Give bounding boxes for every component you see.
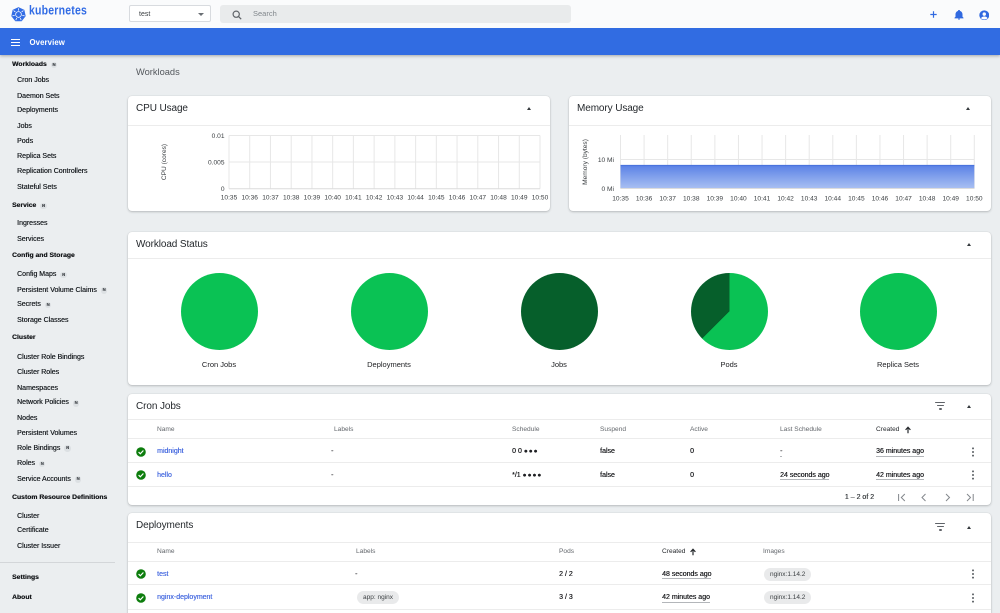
- svg-text:10 Mi: 10 Mi: [598, 157, 615, 164]
- svg-text:10:44: 10:44: [407, 195, 424, 202]
- svg-text:10:42: 10:42: [366, 195, 383, 202]
- svg-text:10:37: 10:37: [659, 196, 676, 203]
- svg-text:10:48: 10:48: [490, 195, 507, 202]
- svg-text:0.01: 0.01: [212, 133, 225, 140]
- svg-text:10:41: 10:41: [754, 196, 771, 203]
- svg-text:10:39: 10:39: [707, 196, 724, 203]
- svg-text:10:45: 10:45: [428, 195, 445, 202]
- svg-text:10:50: 10:50: [966, 196, 983, 203]
- svg-text:10:44: 10:44: [825, 196, 842, 203]
- svg-text:10:42: 10:42: [777, 196, 794, 203]
- svg-text:10:41: 10:41: [345, 195, 362, 202]
- svg-text:Memory (bytes): Memory (bytes): [582, 139, 589, 185]
- svg-text:10:40: 10:40: [730, 196, 747, 203]
- svg-text:10:46: 10:46: [872, 196, 889, 203]
- svg-text:10:38: 10:38: [683, 196, 700, 203]
- svg-text:10:50: 10:50: [532, 195, 549, 202]
- svg-text:10:43: 10:43: [387, 195, 404, 202]
- svg-text:10:39: 10:39: [304, 195, 321, 202]
- svg-text:10:48: 10:48: [919, 196, 936, 203]
- svg-text:0 Mi: 0 Mi: [602, 186, 615, 193]
- svg-text:10:35: 10:35: [612, 196, 629, 203]
- svg-text:10:38: 10:38: [283, 195, 300, 202]
- svg-text:CPU (cores): CPU (cores): [161, 144, 168, 180]
- svg-text:10:43: 10:43: [801, 196, 818, 203]
- svg-text:10:37: 10:37: [262, 195, 279, 202]
- svg-text:10:35: 10:35: [221, 195, 238, 202]
- svg-text:10:36: 10:36: [241, 195, 258, 202]
- svg-text:10:46: 10:46: [449, 195, 466, 202]
- svg-text:10:36: 10:36: [636, 196, 653, 203]
- svg-text:0: 0: [221, 186, 225, 193]
- svg-text:10:40: 10:40: [324, 195, 341, 202]
- svg-text:10:47: 10:47: [895, 196, 912, 203]
- svg-text:10:45: 10:45: [848, 196, 865, 203]
- svg-text:10:49: 10:49: [511, 195, 528, 202]
- svg-text:10:47: 10:47: [470, 195, 487, 202]
- svg-text:10:49: 10:49: [942, 196, 959, 203]
- svg-text:0.005: 0.005: [208, 160, 225, 167]
